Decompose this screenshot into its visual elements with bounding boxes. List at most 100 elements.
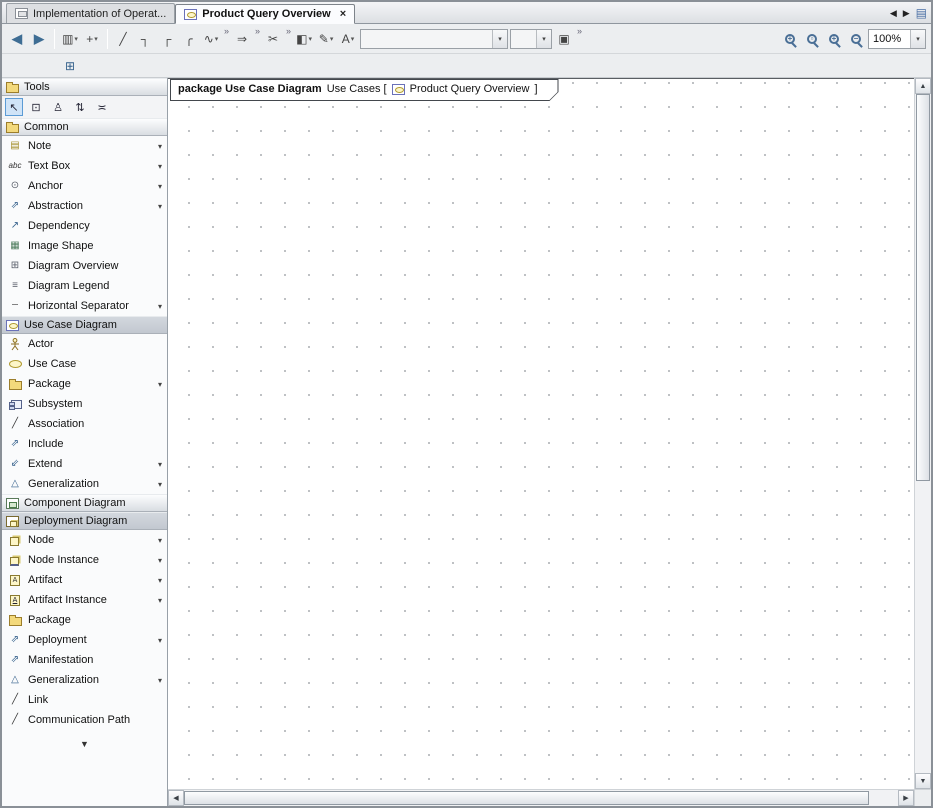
line-path-button[interactable]: ╱ — [113, 29, 133, 49]
tab-implementation-of-operations[interactable]: Implementation of Operat... — [6, 3, 175, 23]
chevron-down-icon[interactable]: ▾ — [308, 35, 312, 43]
palette-item-text-box[interactable]: abc Text Box ▾ — [2, 156, 167, 176]
vertical-scroll-track[interactable] — [915, 94, 931, 773]
forward-button[interactable]: ▶ — [29, 29, 49, 49]
font-size-combobox[interactable]: ▾ — [510, 29, 552, 49]
palette-item-node-instance[interactable]: Node Instance ▾ — [2, 550, 167, 570]
palette-item-artifact[interactable]: Artifact ▾ — [2, 570, 167, 590]
close-tab-icon[interactable]: × — [340, 8, 346, 20]
palette-item-package[interactable]: Package ▾ — [2, 374, 167, 394]
toolbar-overflow-icon[interactable]: » — [255, 26, 260, 36]
apply-style-button[interactable]: ⇒ — [232, 29, 252, 49]
toolbar-overflow-icon[interactable]: » — [224, 26, 229, 36]
scroll-down-button[interactable]: ▼ — [915, 773, 931, 789]
related-elements-button[interactable]: ⊞ — [60, 56, 80, 76]
palette-item-generalization-dep[interactable]: △ Generalization ▾ — [2, 670, 167, 690]
palette-item-subsystem[interactable]: Subsystem — [2, 394, 167, 414]
curved-path-button[interactable]: ╭ — [179, 29, 199, 49]
palette-item-diagram-overview[interactable]: ⊞ Diagram Overview — [2, 256, 167, 276]
font-name-combobox[interactable]: ▾ — [360, 29, 508, 49]
zoom-fit-button[interactable]: + — [824, 29, 844, 49]
dropdown-arrow-icon[interactable]: ▾ — [158, 182, 162, 191]
dropdown-arrow-icon[interactable]: ▾ — [158, 302, 162, 311]
dropdown-arrow-icon[interactable]: ▾ — [158, 380, 162, 389]
dropdown-arrow-icon[interactable]: ▾ — [158, 636, 162, 645]
dropdown-arrow-icon[interactable]: ▾ — [158, 536, 162, 545]
chevron-down-icon[interactable]: ▾ — [351, 35, 355, 43]
chevron-down-icon[interactable]: ▾ — [536, 30, 551, 48]
chevron-down-icon[interactable]: ▾ — [94, 35, 98, 43]
horizontal-scroll-track[interactable] — [184, 790, 898, 806]
chevron-down-icon[interactable]: ▾ — [330, 35, 334, 43]
section-header-component-diagram[interactable]: Component Diagram — [2, 494, 167, 512]
toolbar-overflow-icon[interactable]: » — [286, 26, 291, 36]
palette-item-link[interactable]: ╱ Link — [2, 690, 167, 710]
window-list-icon[interactable]: ▤ — [916, 6, 927, 20]
back-button[interactable]: ◀ — [7, 29, 27, 49]
tab-product-query-overview[interactable]: Product Query Overview × — [175, 4, 355, 24]
pointer-tool[interactable]: ↖ — [5, 98, 23, 116]
image-button[interactable]: ▣ — [554, 29, 574, 49]
dropdown-arrow-icon[interactable]: ▾ — [158, 202, 162, 211]
palette-item-deployment[interactable]: ⇗ Deployment ▾ — [2, 630, 167, 650]
dropdown-arrow-icon[interactable]: ▾ — [158, 596, 162, 605]
palette-item-generalization-uc[interactable]: △ Generalization ▾ — [2, 474, 167, 494]
horizontal-tree-tool[interactable]: ≍ — [93, 98, 111, 116]
dropdown-arrow-icon[interactable]: ▾ — [158, 142, 162, 151]
cut-button[interactable]: ✂ — [263, 29, 283, 49]
section-header-common[interactable]: Common — [2, 118, 167, 136]
palette-item-abstraction[interactable]: ⇗ Abstraction ▾ — [2, 196, 167, 216]
rectilinear-path-button[interactable]: ┐ — [135, 29, 155, 49]
toolbar-overflow-icon[interactable]: » — [577, 26, 582, 36]
diagram-canvas[interactable]: package Use Case Diagram Use Cases [ Pro… — [168, 78, 914, 789]
zoom-area-button[interactable]: ▫ — [802, 29, 822, 49]
scroll-left-button[interactable]: ◀ — [168, 790, 184, 806]
vertical-scrollbar[interactable]: ▲ ▼ — [914, 78, 931, 789]
dropdown-arrow-icon[interactable]: ▾ — [158, 480, 162, 489]
palette-item-note[interactable]: ▤ Note ▾ — [2, 136, 167, 156]
palette-scroll-down-button[interactable]: ▼ — [68, 738, 101, 750]
previous-tab-icon[interactable]: ◀ — [890, 8, 897, 19]
zoom-in-button[interactable]: + — [780, 29, 800, 49]
dropdown-arrow-icon[interactable]: ▾ — [158, 556, 162, 565]
palette-item-dependency[interactable]: ↗ Dependency — [2, 216, 167, 236]
palette-item-actor[interactable]: Actor — [2, 334, 167, 354]
palette-item-artifact-instance[interactable]: Artifact Instance ▾ — [2, 590, 167, 610]
vertical-tree-tool[interactable]: ⇅ — [71, 98, 89, 116]
oblique-path-button[interactable]: ┌ — [157, 29, 177, 49]
zigzag-path-button[interactable]: ∿▾ — [201, 29, 221, 49]
fill-color-button[interactable]: ◧▾ — [294, 29, 314, 49]
zoom-level-combobox[interactable]: 100%▾ — [868, 29, 926, 49]
horizontal-scroll-thumb[interactable] — [184, 791, 869, 805]
palette-item-node[interactable]: Node ▾ — [2, 530, 167, 550]
scroll-right-button[interactable]: ▶ — [898, 790, 914, 806]
font-color-button[interactable]: A▾ — [338, 29, 358, 49]
area-select-tool[interactable]: ⊡ — [27, 98, 45, 116]
dropdown-arrow-icon[interactable]: ▾ — [158, 576, 162, 585]
vertical-scroll-thumb[interactable] — [916, 94, 930, 481]
palette-item-extend[interactable]: ⇙ Extend ▾ — [2, 454, 167, 474]
scroll-up-button[interactable]: ▲ — [915, 78, 931, 94]
chevron-down-icon[interactable]: ▾ — [74, 35, 78, 43]
palette-item-include[interactable]: ⇗ Include — [2, 434, 167, 454]
chevron-down-icon[interactable]: ▾ — [910, 30, 925, 48]
add-shape-button[interactable]: +▾ — [82, 29, 102, 49]
dropdown-arrow-icon[interactable]: ▾ — [158, 676, 162, 685]
section-header-use-case-diagram[interactable]: Use Case Diagram — [2, 316, 167, 334]
chevron-down-icon[interactable]: ▾ — [215, 35, 219, 43]
swimlane-button[interactable]: ▥▾ — [60, 29, 80, 49]
palette-item-image-shape[interactable]: ▦ Image Shape — [2, 236, 167, 256]
line-color-button[interactable]: ✎▾ — [316, 29, 336, 49]
dropdown-arrow-icon[interactable]: ▾ — [158, 162, 162, 171]
next-tab-icon[interactable]: ▶ — [903, 8, 910, 19]
palette-item-manifestation[interactable]: ⇗ Manifestation — [2, 650, 167, 670]
palette-item-association[interactable]: ╱ Association — [2, 414, 167, 434]
palette-item-use-case[interactable]: Use Case — [2, 354, 167, 374]
palette-item-diagram-legend[interactable]: ≡ Diagram Legend — [2, 276, 167, 296]
palette-item-communication-path[interactable]: ╱ Communication Path — [2, 710, 167, 730]
palette-item-horizontal-separator[interactable]: ┄ Horizontal Separator ▾ — [2, 296, 167, 316]
chevron-down-icon[interactable]: ▾ — [492, 30, 507, 48]
palette-item-package-dep[interactable]: Package — [2, 610, 167, 630]
tools-header[interactable]: Tools — [2, 78, 167, 96]
horizontal-scrollbar[interactable]: ◀ ▶ — [168, 789, 914, 806]
